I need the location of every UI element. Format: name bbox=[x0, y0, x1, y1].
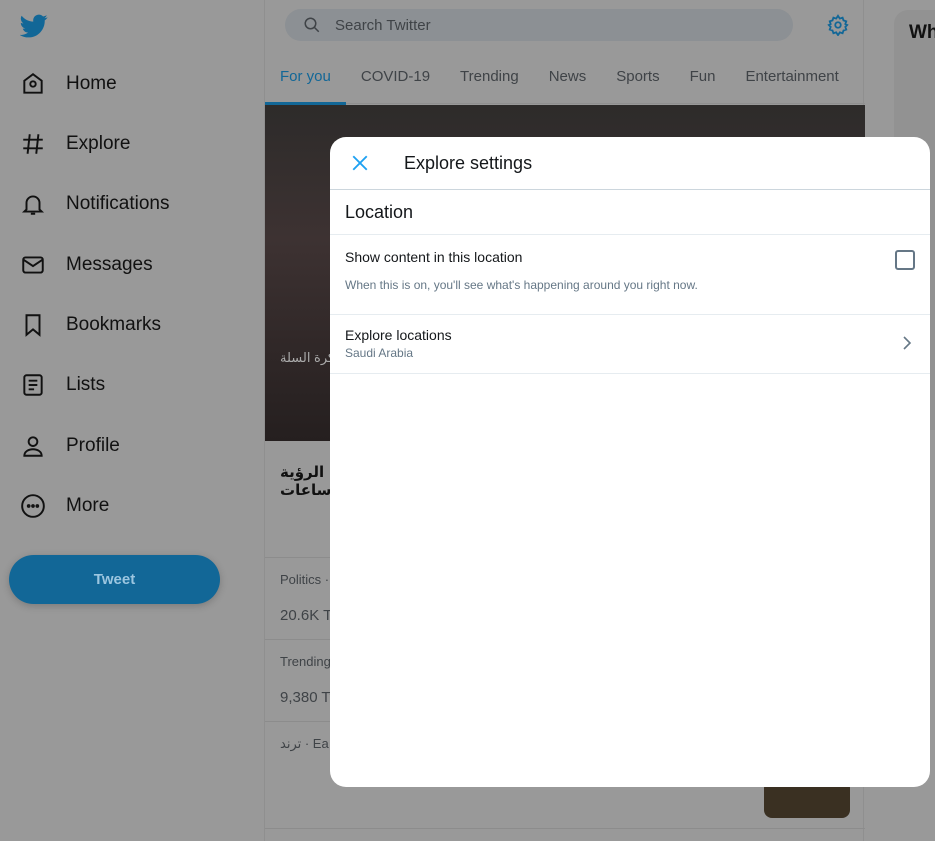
show-content-option[interactable]: Show content in this location When this … bbox=[330, 235, 930, 315]
sidebar-item-label: Explore bbox=[66, 133, 131, 154]
sidebar-item-bookmarks[interactable]: Bookmarks bbox=[20, 312, 161, 338]
more-circle-icon bbox=[21, 494, 45, 518]
modal-title: Explore settings bbox=[404, 152, 533, 173]
show-content-checkbox[interactable] bbox=[895, 250, 915, 270]
option-label: Explore locations bbox=[345, 327, 452, 343]
sidebar-item-more[interactable]: More bbox=[20, 493, 109, 519]
home-icon bbox=[23, 73, 43, 94]
tweet-button[interactable]: Tweet bbox=[9, 555, 220, 604]
sidebar-item-explore[interactable]: Explore bbox=[20, 131, 130, 157]
sidebar-item-label: Home bbox=[66, 73, 117, 94]
sidebar-item-label: Notifications bbox=[66, 193, 170, 214]
explore-tabs: For you COVID-19 Trending News Sports Fu… bbox=[265, 60, 865, 105]
settings-gear-icon[interactable] bbox=[827, 14, 849, 36]
explore-locations-item[interactable]: Explore locations Saudi Arabia bbox=[330, 315, 930, 374]
panel-title: Wh bbox=[909, 22, 935, 43]
explore-settings-modal: Explore settings Location Show content i… bbox=[330, 137, 930, 787]
chevron-right-icon bbox=[903, 336, 912, 350]
tab-sports[interactable]: Sports bbox=[601, 60, 674, 104]
sidebar-item-messages[interactable]: Messages bbox=[20, 252, 153, 278]
sidebar-item-label: Messages bbox=[66, 254, 153, 275]
sidebar-item-label: Profile bbox=[66, 435, 120, 456]
selected-location: Saudi Arabia bbox=[345, 346, 414, 360]
envelope-icon bbox=[22, 256, 44, 274]
section-heading: Location bbox=[330, 190, 930, 235]
twitter-logo-icon[interactable] bbox=[20, 12, 48, 40]
sidebar-item-lists[interactable]: Lists bbox=[20, 372, 105, 398]
tab-news[interactable]: News bbox=[534, 60, 602, 104]
tab-for-you[interactable]: For you bbox=[265, 60, 346, 105]
close-button[interactable] bbox=[330, 154, 390, 172]
sidebar-item-label: More bbox=[66, 495, 110, 516]
hashtag-icon bbox=[23, 134, 43, 154]
sidebar-item-home[interactable]: Home bbox=[20, 71, 117, 97]
tab-trending[interactable]: Trending bbox=[445, 60, 534, 104]
tab-covid-19[interactable]: COVID-19 bbox=[346, 60, 445, 104]
sidebar-item-notifications[interactable]: Notifications bbox=[20, 191, 170, 217]
bell-icon bbox=[21, 195, 45, 215]
sidebar-item-label: Lists bbox=[66, 374, 106, 395]
option-description: When this is on, you'll see what's happe… bbox=[345, 278, 698, 292]
bookmark-icon bbox=[25, 314, 41, 337]
sidebar-item-label: Bookmarks bbox=[66, 314, 162, 335]
search-icon bbox=[304, 17, 320, 33]
hero-caption: كرة السلة bbox=[280, 350, 335, 365]
tab-fun[interactable]: Fun bbox=[675, 60, 731, 104]
sidebar: Home Explore Notifications Messages Book… bbox=[0, 0, 265, 841]
close-icon bbox=[352, 155, 368, 171]
person-icon bbox=[23, 436, 43, 457]
tab-entertainment[interactable]: Entertainment bbox=[730, 60, 853, 104]
list-icon bbox=[23, 374, 43, 396]
option-label: Show content in this location bbox=[345, 249, 523, 265]
search-placeholder: Search Twitter bbox=[335, 16, 431, 34]
search-input[interactable]: Search Twitter bbox=[285, 9, 793, 41]
sidebar-item-profile[interactable]: Profile bbox=[20, 433, 120, 459]
